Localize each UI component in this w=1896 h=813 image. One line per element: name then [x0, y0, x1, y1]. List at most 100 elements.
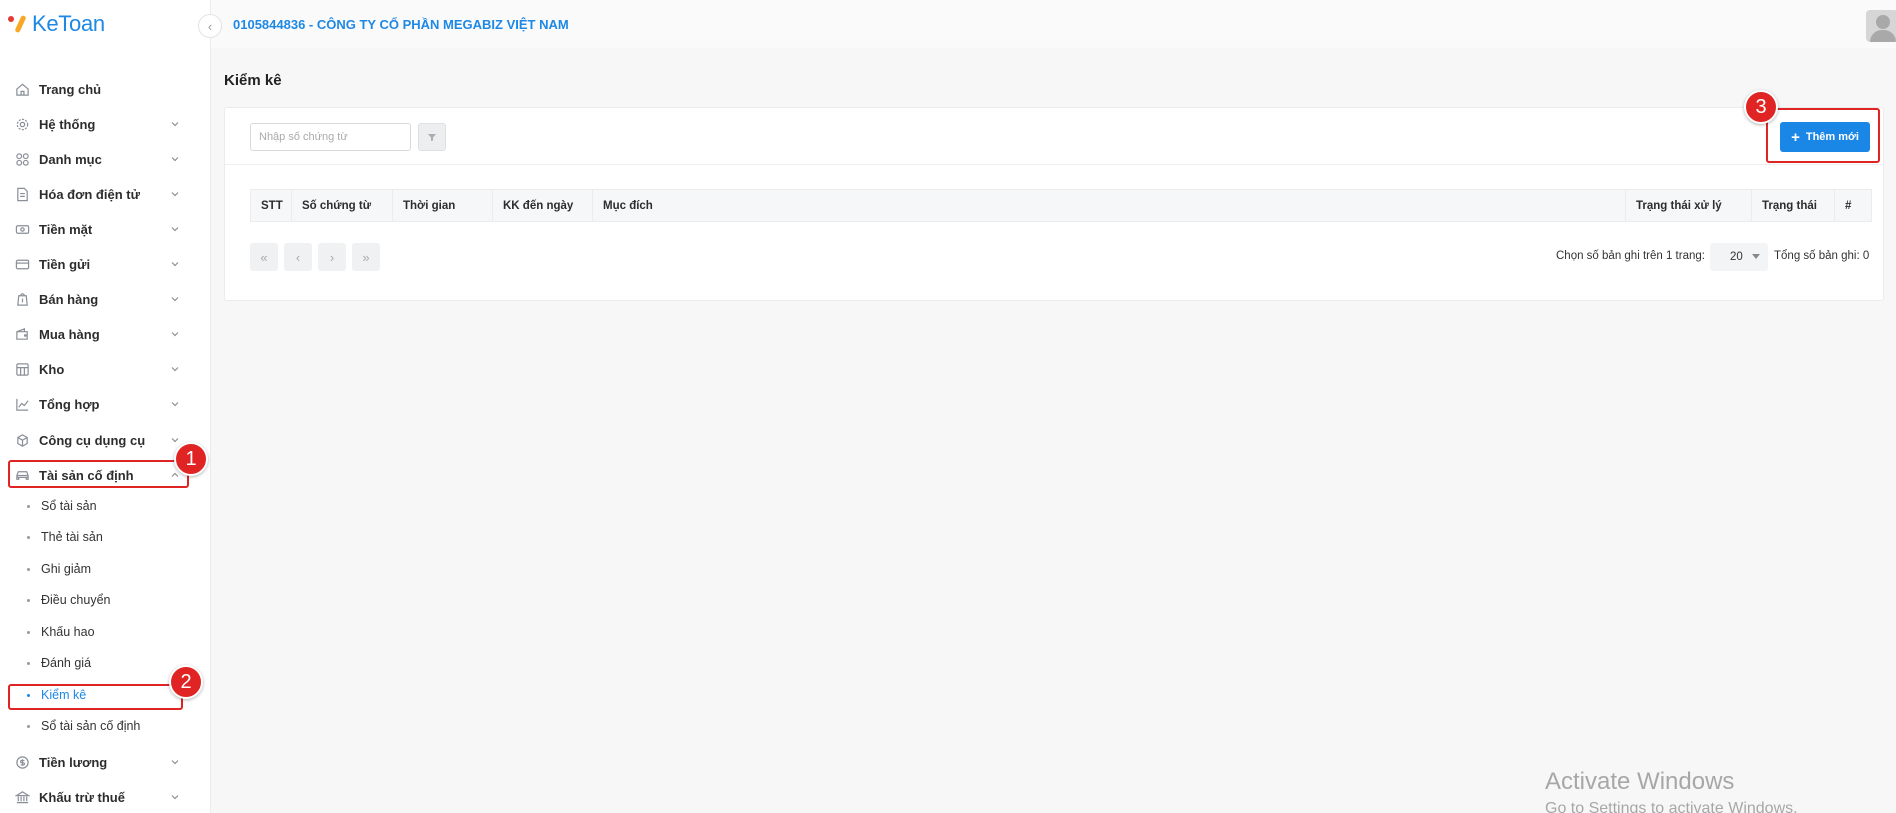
- sidebar-subitem-label: Điều chuyển: [41, 593, 111, 607]
- chevron-down-icon: [171, 227, 179, 232]
- sidebar-item-label: Mua hàng: [39, 326, 100, 342]
- wallet-icon: [14, 326, 30, 342]
- sidebar-item-catalog[interactable]: Danh mục: [0, 143, 211, 175]
- previous-page-button[interactable]: ‹: [284, 243, 312, 271]
- bullet-icon: [27, 661, 30, 665]
- caret-down-icon: [1752, 254, 1760, 259]
- step-badge-3: 3: [1744, 90, 1778, 124]
- warehouse-icon: [14, 361, 30, 377]
- sidebar-item-label: Hóa đơn điện tử: [39, 186, 140, 202]
- sidebar-subitem-depreciation[interactable]: Khấu hao: [0, 618, 211, 646]
- next-page-button[interactable]: ›: [318, 243, 346, 271]
- sidebar-item-label: Công cụ dụng cụ: [39, 432, 146, 448]
- last-page-button[interactable]: »: [352, 243, 380, 271]
- filter-icon: [428, 134, 436, 141]
- sidebar-item-deposit[interactable]: Tiền gửi: [0, 248, 211, 280]
- bullet-icon: [27, 567, 30, 571]
- column-header-time: Thời gian: [393, 190, 493, 221]
- watermark-line-1: Activate Windows: [1545, 768, 1735, 795]
- step-badge-2: 2: [169, 665, 203, 699]
- sidebar-subitem-transfer[interactable]: Điều chuyển: [0, 586, 211, 614]
- sidebar-subitem-write-down[interactable]: Ghi giảm: [0, 555, 211, 583]
- sidebar-item-label: Tiền mặt: [39, 221, 93, 237]
- sidebar-item-label: Danh mục: [39, 151, 102, 167]
- card-icon: [14, 256, 30, 272]
- highlight-box-inventory-check: [8, 684, 183, 710]
- sidebar-item-summary[interactable]: Tổng hợp: [0, 388, 211, 420]
- bullet-icon: [27, 724, 30, 728]
- chevron-down-icon: [171, 122, 179, 127]
- double-chevron-right-icon: »: [362, 249, 370, 265]
- table-header: STT Số chứng từ Thời gian KK đến ngày Mụ…: [250, 189, 1872, 222]
- sidebar-item-label: Khấu trừ thuế: [39, 789, 125, 805]
- sidebar-item-label: Hệ thống: [39, 116, 96, 132]
- double-chevron-left-icon: «: [260, 249, 268, 265]
- home-icon: [14, 81, 30, 97]
- sidebar-item-label: Tổng hợp: [39, 396, 100, 412]
- filter-button[interactable]: [418, 123, 446, 151]
- bank-icon: [14, 789, 30, 805]
- chevron-down-icon: [171, 367, 179, 372]
- sidebar-item-sales[interactable]: Bán hàng: [0, 283, 211, 315]
- chevron-left-icon: ‹: [207, 18, 213, 34]
- chevron-down-icon: [171, 262, 179, 267]
- chevron-down-icon: [171, 760, 179, 765]
- tools-icon: [14, 432, 30, 448]
- sidebar-item-e-invoice[interactable]: Hóa đơn điện tử: [0, 178, 211, 210]
- content-card: + Thêm mới STT Số chứng từ Thời gian KK …: [224, 107, 1884, 301]
- divider: [225, 164, 1883, 165]
- logo-mark-icon: [8, 13, 30, 35]
- column-header-status: Trạng thái: [1752, 190, 1835, 221]
- sidebar-subitem-label: Ghi giảm: [41, 562, 92, 576]
- invoice-icon: [14, 186, 30, 202]
- sidebar-item-label: Trang chủ: [39, 81, 102, 97]
- cash-icon: [14, 221, 30, 237]
- chevron-left-icon: ‹: [295, 249, 301, 265]
- sidebar-subitem-label: Đánh giá: [41, 656, 92, 670]
- windows-activation-watermark: Activate Windows Go to Settings to activ…: [1545, 768, 1798, 813]
- sidebar-item-system[interactable]: Hệ thống: [0, 108, 211, 140]
- sidebar-item-payroll[interactable]: Tiền lương: [0, 746, 211, 778]
- sidebar-subitem-label: Khấu hao: [41, 625, 95, 639]
- column-header-document-number: Số chứng từ: [292, 190, 393, 221]
- gear-icon: [14, 116, 30, 132]
- sidebar-item-home[interactable]: Trang chủ: [0, 73, 211, 105]
- chevron-down-icon: [171, 795, 179, 800]
- sidebar-subitem-label: Sổ tài sản: [41, 499, 97, 513]
- chevron-down-icon: [171, 332, 179, 337]
- sidebar-subitem-fixed-asset-book[interactable]: Sổ tài sản cố định: [0, 712, 211, 740]
- collapse-sidebar-button[interactable]: ‹: [198, 14, 222, 38]
- page-size-value: 20: [1730, 251, 1743, 263]
- sidebar-item-label: Bán hàng: [39, 291, 99, 307]
- highlight-box-fixed-assets: [8, 460, 189, 488]
- chart-line-icon: [14, 396, 30, 412]
- chevron-down-icon: [171, 157, 179, 162]
- first-page-button[interactable]: «: [250, 243, 278, 271]
- page-size-label: Chọn số bản ghi trên 1 trang:: [1556, 250, 1705, 262]
- sidebar-item-warehouse[interactable]: Kho: [0, 353, 211, 385]
- avatar[interactable]: [1866, 10, 1896, 42]
- sidebar-subitem-label: Sổ tài sản cố định: [41, 719, 141, 733]
- logo[interactable]: KeToan: [8, 11, 105, 36]
- column-header-check-to-date: KK đến ngày: [493, 190, 593, 221]
- sidebar-item-tax-deduction[interactable]: Khấu trừ thuế: [0, 781, 211, 813]
- sidebar-item-label: Tiền gửi: [39, 256, 91, 272]
- dollar-icon: [14, 754, 30, 770]
- column-header-purpose: Mục đích: [593, 190, 1626, 221]
- sidebar-subitem-asset-card[interactable]: Thẻ tài sản: [0, 523, 211, 551]
- total-records: Tổng số bản ghi: 0: [1774, 250, 1870, 262]
- chevron-down-icon: [171, 402, 179, 407]
- sidebar-item-cash[interactable]: Tiền mặt: [0, 213, 211, 245]
- page-size-select[interactable]: 20: [1710, 243, 1768, 271]
- sidebar-item-purchase[interactable]: Mua hàng: [0, 318, 211, 350]
- sidebar-subitem-asset-book[interactable]: Sổ tài sản: [0, 492, 211, 520]
- column-header-stt: STT: [251, 190, 292, 221]
- sidebar-item-label: Tiền lương: [39, 754, 108, 770]
- company-name[interactable]: 0105844836 - CÔNG TY CỔ PHẦN MEGABIZ VIỆ…: [233, 17, 569, 32]
- chevron-right-icon: ›: [329, 249, 335, 265]
- sidebar-subitem-label: Thẻ tài sản: [41, 530, 103, 544]
- document-number-search-input[interactable]: [250, 123, 411, 151]
- chevron-down-icon: [171, 192, 179, 197]
- page-title: Kiểm kê: [224, 72, 282, 89]
- step-badge-1: 1: [174, 442, 208, 476]
